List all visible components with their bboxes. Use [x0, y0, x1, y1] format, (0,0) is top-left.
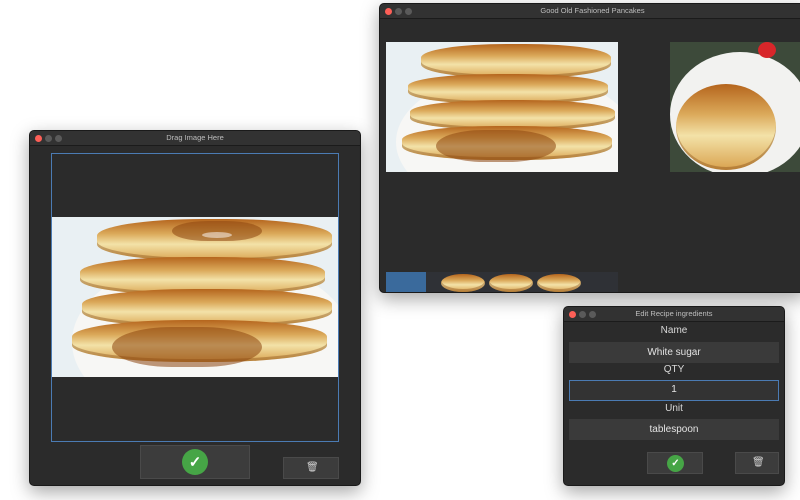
confirm-ingredient-button[interactable]: ✓	[647, 452, 703, 474]
image-drop-zone[interactable]	[51, 153, 339, 442]
titlebar: Drag Image Here	[30, 131, 360, 146]
pancake-stack-thumbnail[interactable]	[386, 42, 618, 172]
qty-label: QTY	[663, 364, 685, 375]
trash-icon: 🗑	[306, 462, 319, 473]
pancake-stack-photo	[52, 217, 338, 377]
name-label: Name	[660, 325, 688, 336]
unit-label: Unit	[665, 403, 683, 414]
unit-field[interactable]: tablespoon	[569, 419, 779, 440]
checkmark-icon: ✓	[667, 455, 684, 472]
delete-image-button[interactable]: 🗑	[283, 457, 339, 479]
window-title: Good Old Fashioned Pancakes	[540, 6, 645, 15]
window-title: Edit Recipe ingredients	[635, 309, 713, 318]
pancake-plate-thumbnail[interactable]	[670, 42, 800, 172]
confirm-image-button[interactable]: ✓	[140, 445, 250, 479]
qty-field[interactable]: 1	[569, 380, 779, 401]
edit-ingredients-window: Edit Recipe ingredients Name White sugar…	[563, 306, 785, 486]
checkmark-icon: ✓	[182, 449, 208, 475]
delete-ingredient-button[interactable]: 🗑	[735, 452, 779, 474]
recipe-window: Good Old Fashioned Pancakes	[379, 3, 800, 293]
titlebar: Edit Recipe ingredients	[564, 307, 784, 322]
titlebar: Good Old Fashioned Pancakes	[380, 4, 800, 19]
name-field[interactable]: White sugar	[569, 342, 779, 363]
pancakes-strip-thumbnail[interactable]	[386, 272, 618, 292]
window-title: Drag Image Here	[166, 133, 224, 142]
trash-icon: 🗑	[752, 457, 765, 468]
drag-image-window: Drag Image Here ✓ 🗑	[29, 130, 361, 486]
